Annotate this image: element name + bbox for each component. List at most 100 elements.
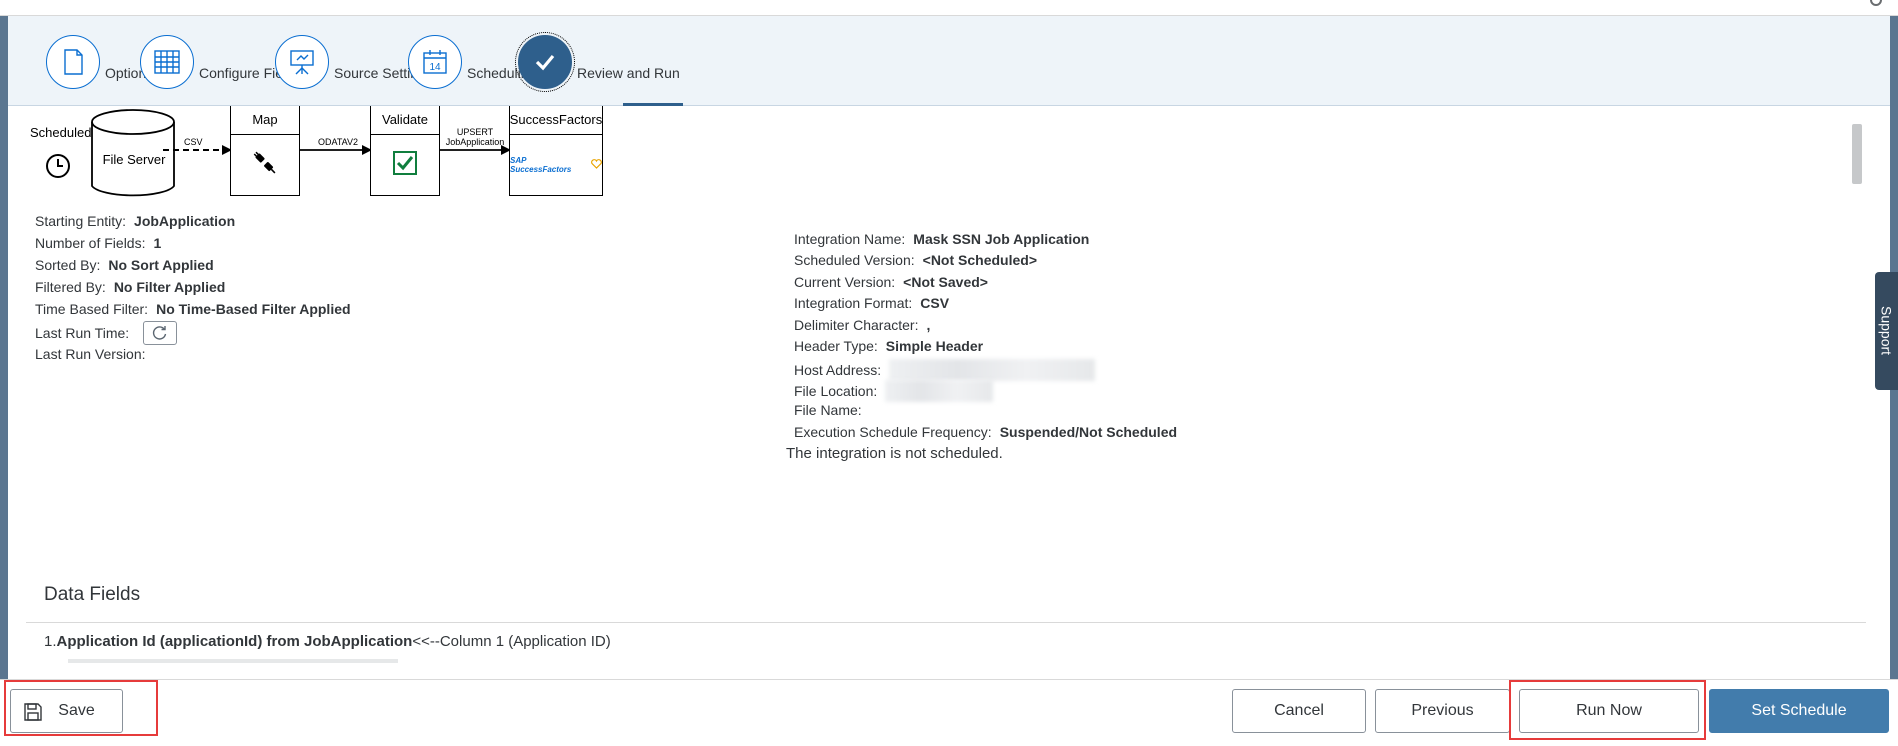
info-current-version: Current Version: <Not Saved> xyxy=(794,274,988,290)
data-field-row: 1.Application Id (applicationId) from Jo… xyxy=(44,633,611,650)
info-label: Time Based Filter: xyxy=(35,301,149,317)
sap-successfactors-logo: SAP SuccessFactors xyxy=(510,156,572,174)
save-button-label: Save xyxy=(58,702,95,719)
info-starting-entity: Starting Entity: JobApplication xyxy=(35,213,235,229)
info-scheduled-version: Scheduled Version: <Not Scheduled> xyxy=(794,252,1037,268)
checkbox-checked-icon xyxy=(392,150,418,181)
info-label: Scheduled Version: xyxy=(794,252,915,268)
info-integration-format: Integration Format: CSV xyxy=(794,295,949,311)
review-content: Scheduled File Server CSV ODATAV2 UPSERT… xyxy=(8,106,1890,679)
step-review-and-run[interactable]: Review and Run xyxy=(515,32,680,92)
info-label: Sorted By: xyxy=(35,257,101,273)
info-label: Host Address: xyxy=(794,362,882,378)
info-label: Execution Schedule Frequency: xyxy=(794,424,992,440)
info-label: Header Type: xyxy=(794,338,878,354)
info-header-type: Header Type: Simple Header xyxy=(794,338,983,354)
info-value: CSV xyxy=(920,295,950,311)
cancel-button[interactable]: Cancel xyxy=(1232,689,1366,733)
info-value: <Not Saved> xyxy=(903,274,988,290)
info-sorted-by: Sorted By: No Sort Applied xyxy=(35,257,214,273)
map-node[interactable]: Map xyxy=(230,106,300,196)
info-label: File Name: xyxy=(794,402,862,418)
field-name: Application Id (applicationId) from JobA… xyxy=(56,633,413,650)
validate-node[interactable]: Validate xyxy=(370,106,440,196)
table-grid-icon xyxy=(140,35,194,89)
info-integration-name: Integration Name: Mask SSN Job Applicati… xyxy=(794,231,1089,247)
info-label: Integration Name: xyxy=(794,231,906,247)
partially-hidden-row xyxy=(68,659,398,663)
info-label: Filtered By: xyxy=(35,279,106,295)
redacted-file-location xyxy=(885,380,994,402)
heart-logo-icon xyxy=(591,156,602,174)
run-now-button[interactable]: Run Now xyxy=(1519,689,1699,733)
plug-connection-icon xyxy=(251,149,279,182)
set-schedule-button[interactable]: Set Schedule xyxy=(1709,689,1889,733)
info-host-address: Host Address: xyxy=(794,359,1096,381)
refresh-icon xyxy=(153,326,167,340)
info-value: Mask SSN Job Application xyxy=(913,231,1090,247)
refresh-button[interactable] xyxy=(143,321,178,345)
set-schedule-button-label: Set Schedule xyxy=(1751,702,1847,719)
save-button[interactable]: Save xyxy=(10,689,123,733)
info-execution-schedule-frequency: Execution Schedule Frequency: Suspended/… xyxy=(794,424,1177,440)
info-label: Integration Format: xyxy=(794,295,913,311)
section-divider xyxy=(26,622,1866,623)
info-label: Last Run Version: xyxy=(35,346,146,362)
info-label: File Location: xyxy=(794,383,878,399)
previous-button[interactable]: Previous xyxy=(1375,689,1510,733)
edge-operation-line1: UPSERT xyxy=(456,127,494,137)
vertical-scrollbar[interactable] xyxy=(1852,124,1862,184)
validate-node-title: Validate xyxy=(371,106,439,135)
top-strip xyxy=(0,0,1898,16)
cancel-button-label: Cancel xyxy=(1274,702,1324,719)
info-label: Delimiter Character: xyxy=(794,317,919,333)
edge-operation-line2: JobApplication xyxy=(445,137,505,147)
schedule-status-note: The integration is not scheduled. xyxy=(786,445,1003,462)
info-label: Starting Entity: xyxy=(35,213,127,229)
save-icon xyxy=(24,703,42,721)
info-number-of-fields: Number of Fields: 1 xyxy=(35,235,161,251)
edge-operation-label: UPSERT JobApplication xyxy=(440,127,510,147)
support-tab[interactable]: Support xyxy=(1875,272,1898,390)
edge-protocol-label: ODATAV2 xyxy=(318,137,359,147)
step-options[interactable]: Options xyxy=(46,32,153,92)
document-icon xyxy=(46,35,100,89)
calendar-icon: 14 xyxy=(408,35,462,89)
data-fields-title: Data Fields xyxy=(44,584,141,605)
checkmark-icon xyxy=(515,32,575,92)
info-label: Current Version: xyxy=(794,274,896,290)
info-delimiter-character: Delimiter Character: , xyxy=(794,317,930,333)
successfactors-node[interactable]: SuccessFactors SAP SuccessFactors xyxy=(509,106,603,196)
info-filtered-by: Filtered By: No Filter Applied xyxy=(35,279,225,295)
wizard-step-bar: Options Configure Fields Source Settings… xyxy=(8,16,1890,106)
info-value: JobApplication xyxy=(134,213,236,229)
info-file-name: File Name: xyxy=(794,402,870,418)
info-value: <Not Scheduled> xyxy=(922,252,1037,268)
previous-button-label: Previous xyxy=(1411,702,1474,719)
step-label: Review and Run xyxy=(577,65,680,81)
run-now-button-label: Run Now xyxy=(1576,702,1642,719)
info-value: 1 xyxy=(153,235,162,251)
presentation-board-icon xyxy=(275,35,329,89)
info-value: Simple Header xyxy=(885,338,984,354)
field-mapping: <<--Column 1 (Application ID) xyxy=(412,633,611,650)
info-label: Last Run Time: xyxy=(35,325,130,341)
calendar-day-text: 14 xyxy=(429,62,441,73)
help-icon[interactable] xyxy=(1870,0,1882,6)
field-index: 1. xyxy=(44,633,57,650)
info-label: Number of Fields: xyxy=(35,235,146,251)
info-value: No Filter Applied xyxy=(113,279,226,295)
info-value: Suspended/Not Scheduled xyxy=(999,424,1178,440)
info-value: , xyxy=(926,317,931,333)
redacted-host-address xyxy=(889,359,1096,381)
info-last-run-version: Last Run Version: xyxy=(35,346,154,362)
info-last-run-time: Last Run Time: xyxy=(35,321,178,345)
info-file-location: File Location: xyxy=(794,380,994,402)
successfactors-node-title: SuccessFactors xyxy=(510,106,602,135)
edge-format-label: CSV xyxy=(184,137,203,147)
info-time-based-filter: Time Based Filter: No Time-Based Filter … xyxy=(35,301,351,317)
map-node-title: Map xyxy=(231,106,299,135)
info-value: No Time-Based Filter Applied xyxy=(156,301,351,317)
info-value: No Sort Applied xyxy=(108,257,214,273)
footer-toolbar: Save Cancel Previous Run Now Set Schedul… xyxy=(0,679,1898,746)
